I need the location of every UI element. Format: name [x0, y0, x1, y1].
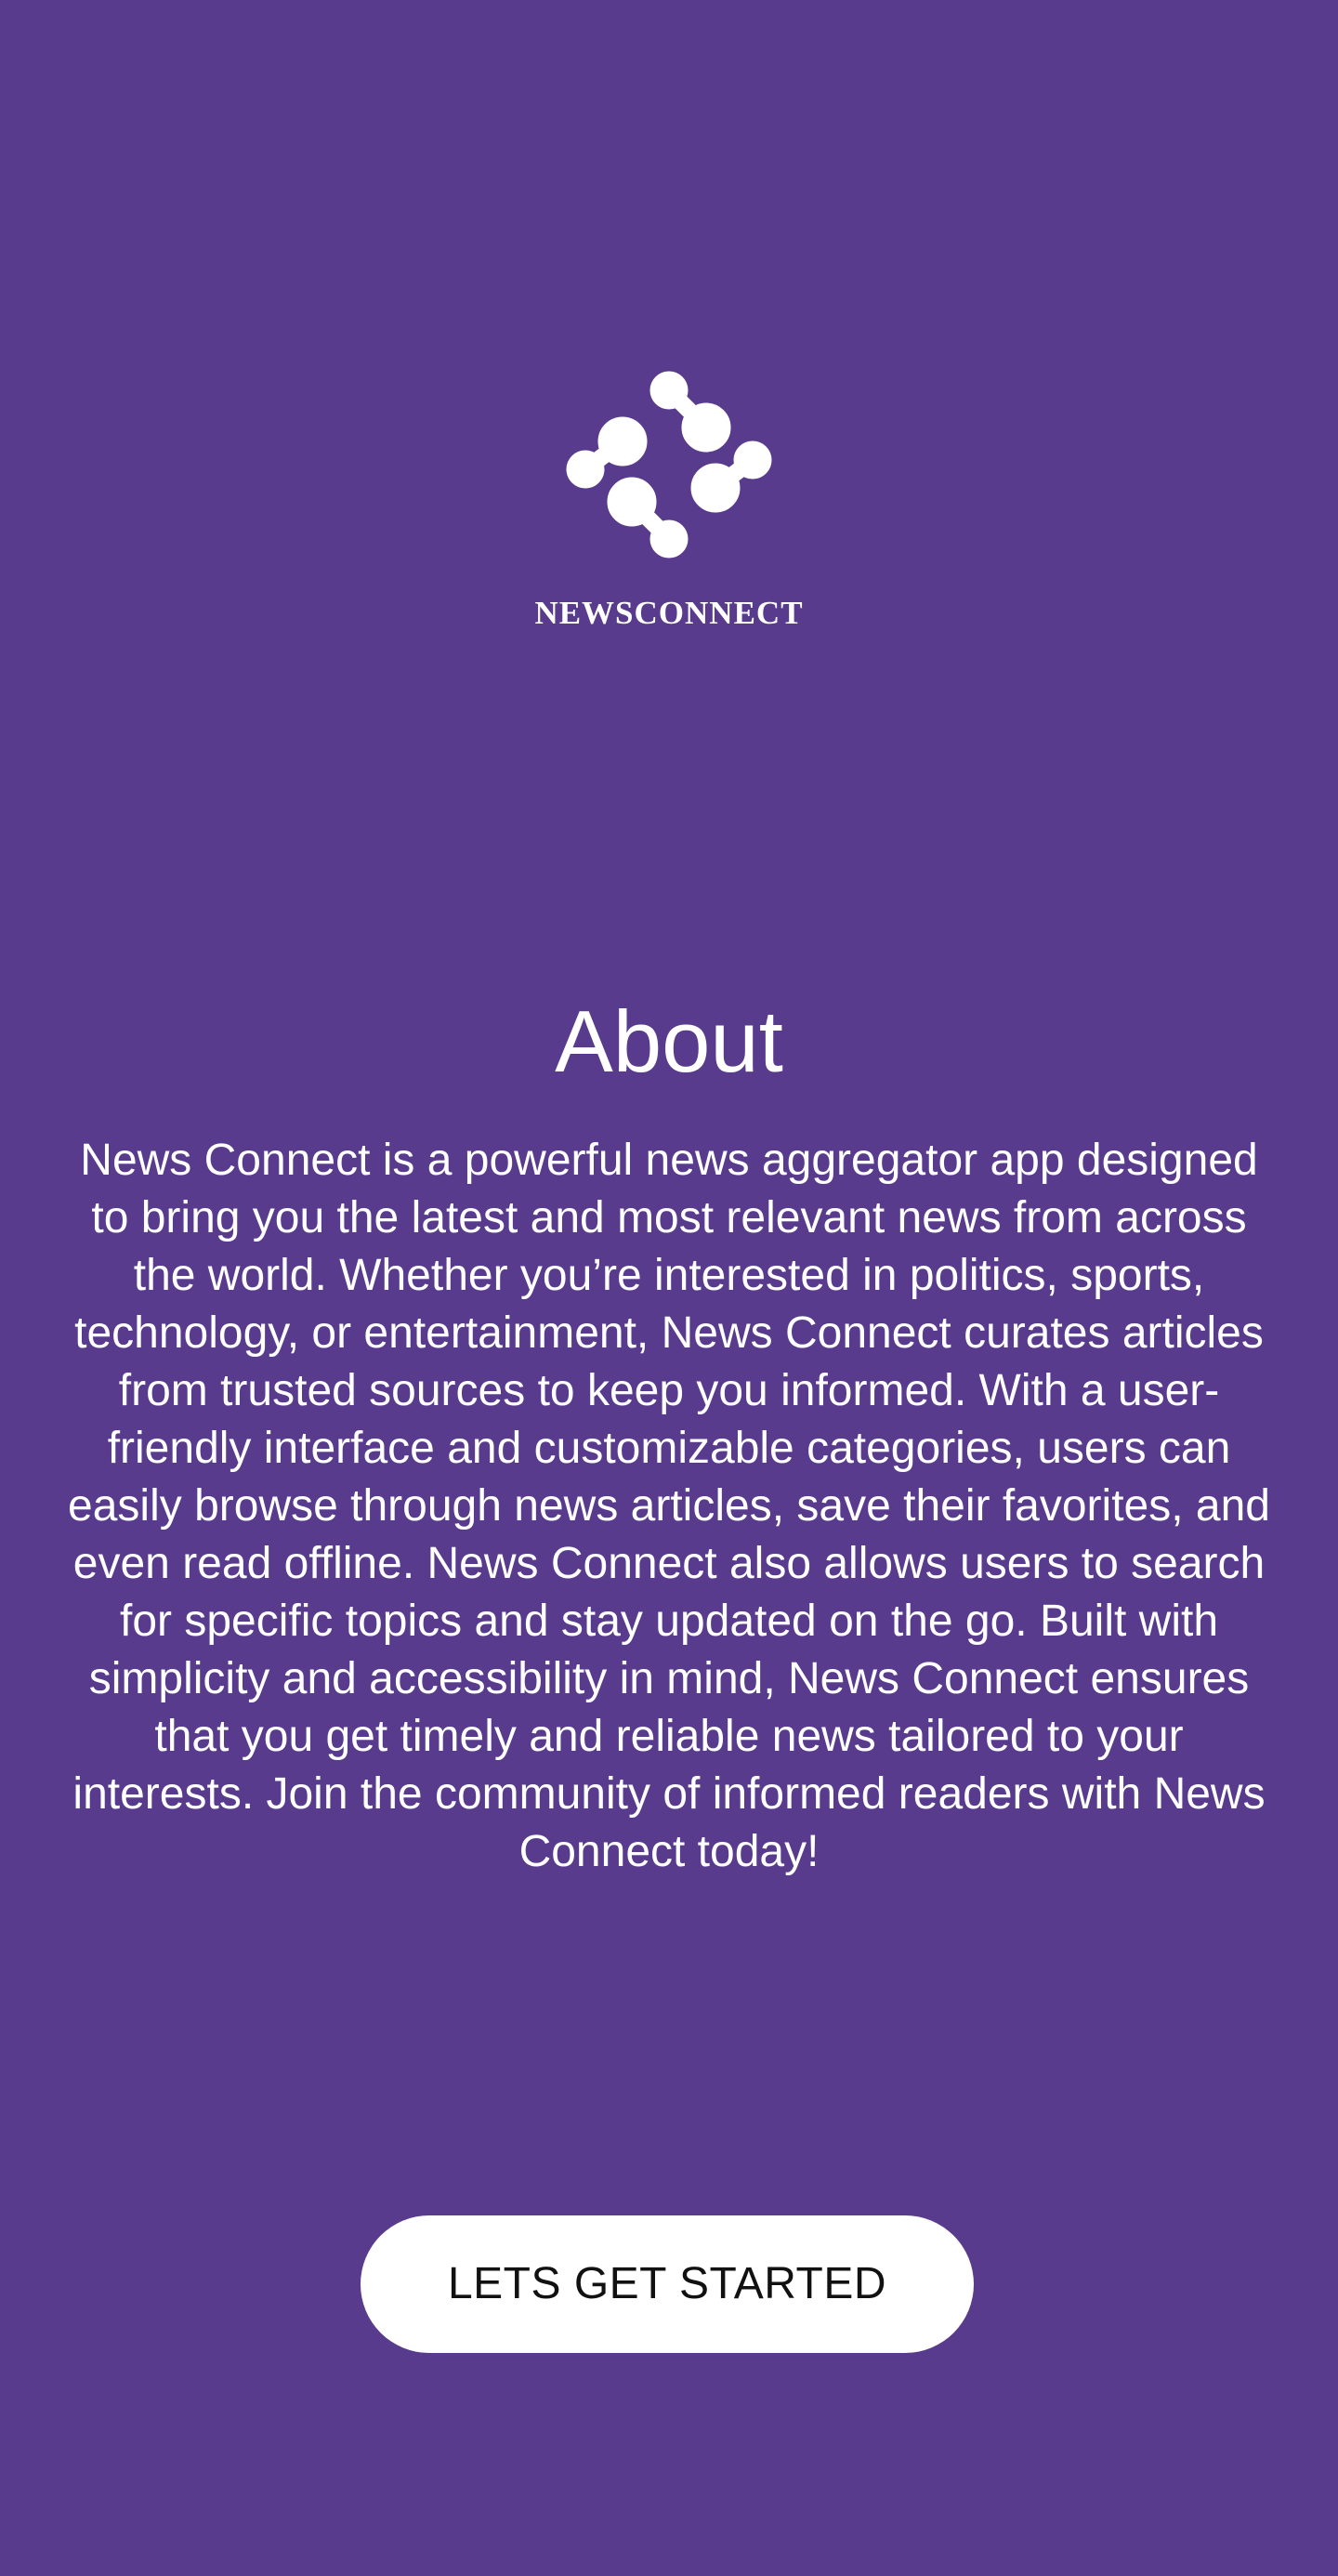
- about-description: News Connect is a powerful news aggregat…: [68, 1136, 1270, 1876]
- page-title: About: [555, 992, 783, 1090]
- brand-name: NEWSCONNECT: [534, 595, 804, 631]
- about-screen: NEWSCONNECT About News Connect is a powe…: [0, 0, 1338, 2576]
- get-started-button[interactable]: LETS GET STARTED: [361, 2215, 974, 2353]
- newsconnect-logo-icon: [566, 371, 772, 559]
